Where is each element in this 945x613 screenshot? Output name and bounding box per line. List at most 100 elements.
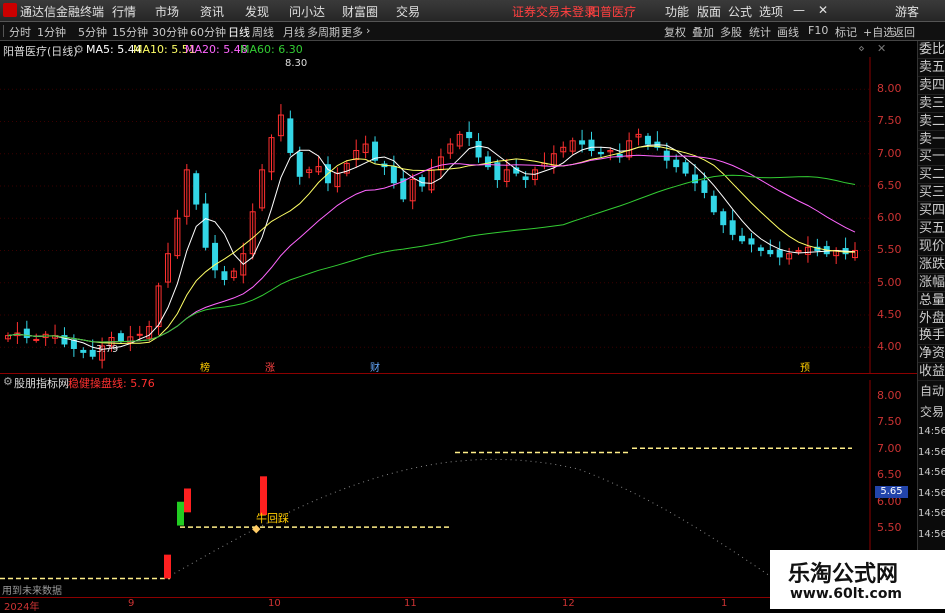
menu-trade[interactable]: 交易 bbox=[396, 3, 420, 20]
price-tick: 6.50 bbox=[877, 178, 902, 192]
menu-news[interactable]: 资讯 bbox=[200, 3, 224, 20]
period-more[interactable]: 更多 bbox=[341, 24, 363, 40]
side-lower-tab[interactable]: 14:56 bbox=[918, 422, 945, 442]
period-monthly[interactable]: 月线 bbox=[283, 24, 305, 40]
candle-down bbox=[287, 118, 294, 153]
marker-rank[interactable]: 榜 bbox=[200, 359, 210, 374]
side-tab[interactable]: 涨跌 bbox=[918, 256, 945, 274]
side-tab[interactable]: 净资 bbox=[918, 345, 945, 364]
side-lower-tab[interactable]: 14:56 bbox=[918, 525, 945, 545]
btn-back[interactable]: 返回 bbox=[893, 24, 915, 40]
side-tab[interactable]: 买二 bbox=[918, 166, 945, 185]
menu-market-quotes[interactable]: 行情 bbox=[112, 3, 136, 20]
side-lower-tab[interactable]: 14:56 bbox=[918, 484, 945, 504]
side-tab[interactable]: 卖二 bbox=[918, 113, 945, 131]
btn-stats[interactable]: 统计 bbox=[749, 24, 771, 40]
candle-down bbox=[597, 151, 604, 155]
x-label-year: 2024年 bbox=[4, 602, 40, 613]
quote-side-panel: 委比 卖五 卖四 卖三 卖二 卖一 买一 买二 买三 买四 买五 现价 涨跌 涨幅 总量 外盘 换手 净资 收益 bbox=[917, 41, 945, 382]
indicator-tick: 7.50 bbox=[877, 415, 902, 429]
menu-formula[interactable]: 公式 bbox=[728, 3, 752, 20]
signal-bar bbox=[184, 488, 191, 513]
side-tab[interactable]: 委比 bbox=[918, 41, 945, 59]
kline-chart[interactable] bbox=[0, 57, 917, 373]
side-tab[interactable]: 买四 bbox=[918, 202, 945, 221]
chart-expand-icon[interactable]: ⋄ bbox=[858, 42, 865, 55]
chart-close-icon[interactable]: ✕ bbox=[877, 42, 886, 55]
candle-down bbox=[23, 328, 30, 339]
period-daily[interactable]: 日线 bbox=[228, 24, 250, 40]
menu-ask[interactable]: 问小达 bbox=[289, 3, 325, 20]
side-tab[interactable]: 外盘 bbox=[918, 310, 945, 328]
side-tab[interactable]: 涨幅 bbox=[918, 274, 945, 292]
close-icon[interactable]: ✕ bbox=[818, 3, 828, 17]
candle-down bbox=[710, 195, 717, 213]
side-tab[interactable]: 买五 bbox=[918, 220, 945, 238]
marker-forecast[interactable]: 预 bbox=[800, 359, 810, 374]
future-data-note: 用到未来数据 bbox=[2, 586, 62, 597]
side-tab[interactable]: 收益 bbox=[918, 363, 945, 382]
side-tab[interactable]: 卖四 bbox=[918, 77, 945, 95]
btn-multi-stock[interactable]: 多股 bbox=[720, 24, 742, 40]
marker-limit-up[interactable]: 涨 bbox=[265, 359, 275, 374]
candle-down bbox=[80, 349, 87, 353]
side-tab[interactable]: 卖一 bbox=[918, 131, 945, 149]
side-tab[interactable]: 换手 bbox=[918, 327, 945, 346]
candle-down bbox=[193, 173, 200, 205]
watermark-title: 乐淘公式网 bbox=[788, 562, 899, 587]
toolbar-separator bbox=[3, 25, 4, 37]
bull-pullback-label: 牛回踩 bbox=[256, 512, 289, 525]
btn-f10[interactable]: F10 bbox=[808, 24, 828, 37]
period-5min[interactable]: 5分钟 bbox=[78, 24, 107, 40]
ma60-legend: MA60: 6.30 bbox=[240, 43, 303, 56]
menu-options[interactable]: 选项 bbox=[759, 3, 783, 20]
period-multi[interactable]: 多周期 bbox=[307, 24, 340, 40]
side-tab[interactable]: 卖五 bbox=[918, 59, 945, 77]
candle-up bbox=[33, 338, 40, 341]
x-label-nov: 11 bbox=[404, 598, 417, 609]
chart-divider bbox=[0, 373, 917, 374]
side-tab[interactable]: 现价 bbox=[918, 238, 945, 256]
period-weekly[interactable]: 周线 bbox=[252, 24, 274, 40]
menu-market[interactable]: 市场 bbox=[155, 3, 179, 20]
price-tick: 5.50 bbox=[877, 243, 902, 257]
side-lower-tab[interactable]: 14:56 bbox=[918, 443, 945, 463]
chevron-right-icon[interactable]: › bbox=[366, 24, 370, 37]
indicator-tick: 6.50 bbox=[877, 468, 902, 482]
low-price-label: 3.79 bbox=[96, 344, 119, 355]
btn-overlay[interactable]: 叠加 bbox=[692, 24, 714, 40]
period-15min[interactable]: 15分钟 bbox=[112, 24, 148, 40]
btn-mark[interactable]: 标记 bbox=[835, 24, 857, 40]
side-tab[interactable]: 买三 bbox=[918, 184, 945, 203]
menu-wealth[interactable]: 财富圈 bbox=[342, 3, 378, 20]
watermark-url: www.60lt.com bbox=[790, 586, 903, 602]
price-tick: 4.00 bbox=[877, 340, 902, 354]
btn-adjust[interactable]: 复权 bbox=[664, 24, 686, 40]
candle-down bbox=[673, 159, 680, 168]
candle-down bbox=[701, 180, 708, 193]
candle-down bbox=[296, 151, 303, 177]
side-tab[interactable]: 总量 bbox=[918, 292, 945, 310]
side-tab[interactable]: 买一 bbox=[918, 148, 945, 167]
period-60min[interactable]: 60分钟 bbox=[190, 24, 226, 40]
login-alert[interactable]: 证券交易未登录 bbox=[512, 3, 596, 20]
candle-down bbox=[579, 140, 586, 145]
guest-login[interactable]: 游客 bbox=[895, 3, 919, 20]
side-tab[interactable]: 卖三 bbox=[918, 95, 945, 113]
minimize-icon[interactable]: — bbox=[793, 3, 805, 17]
period-intraday[interactable]: 分时 bbox=[9, 24, 31, 40]
marker-finance[interactable]: 财 bbox=[370, 359, 380, 374]
period-1min[interactable]: 1分钟 bbox=[37, 24, 66, 40]
menu-functions[interactable]: 功能 bbox=[665, 3, 689, 20]
menu-layout[interactable]: 版面 bbox=[697, 3, 721, 20]
btn-draw[interactable]: 画线 bbox=[777, 24, 799, 40]
side-lower-tab[interactable]: 交易 bbox=[918, 402, 945, 422]
side-lower-tab[interactable]: 14:56 bbox=[918, 504, 945, 524]
settings-gear-icon[interactable]: ⚙ bbox=[74, 43, 84, 56]
side-lower-tab[interactable]: 14:56 bbox=[918, 463, 945, 483]
side-lower-tab[interactable]: 自动 bbox=[918, 381, 945, 401]
candle-down bbox=[588, 139, 595, 152]
btn-add-watchlist[interactable]: +自选 bbox=[863, 24, 894, 40]
menu-discover[interactable]: 发现 bbox=[245, 3, 269, 20]
period-30min[interactable]: 30分钟 bbox=[152, 24, 188, 40]
